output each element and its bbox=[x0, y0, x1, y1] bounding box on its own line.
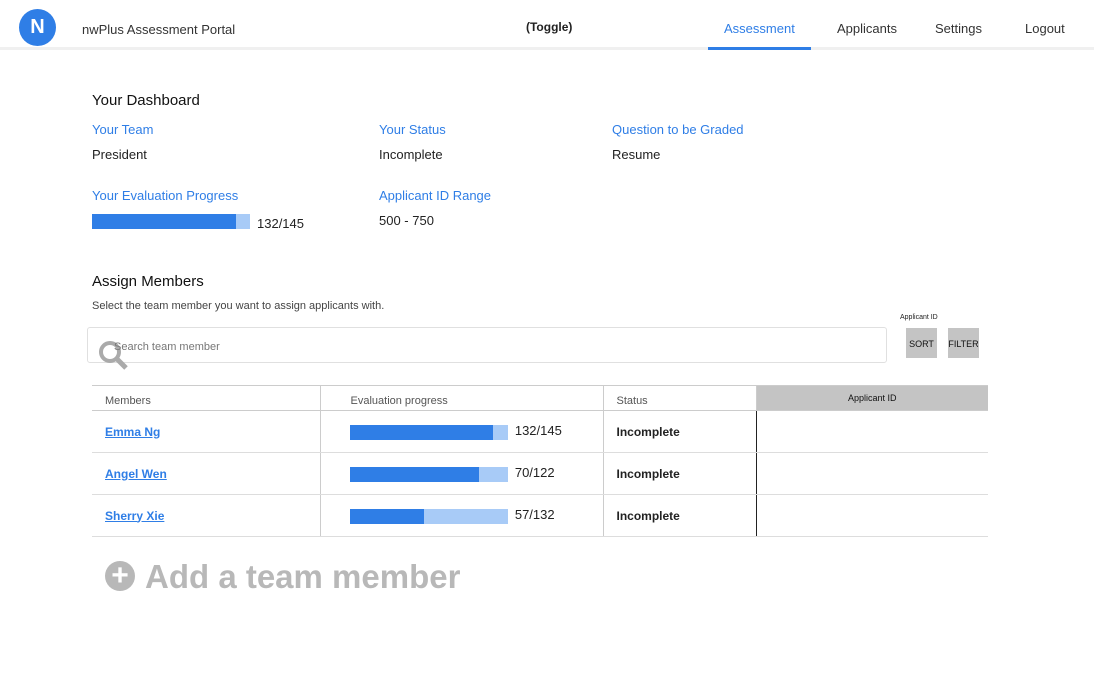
range-label: Applicant ID Range bbox=[379, 188, 492, 203]
member-progress-fill bbox=[349, 466, 480, 482]
applicant-id-cell[interactable] bbox=[755, 410, 988, 453]
add-member-label: Add a team member bbox=[145, 558, 461, 595]
status-label: Your Status bbox=[379, 122, 446, 137]
member-link[interactable]: Angel Wen bbox=[105, 467, 167, 481]
progress-cell: 132/145 bbox=[319, 410, 603, 453]
member-cell: Angel Wen bbox=[92, 452, 320, 495]
member-progress-bar bbox=[349, 508, 508, 524]
col-members: Members bbox=[92, 385, 320, 411]
applicant-id-cell[interactable] bbox=[755, 452, 988, 495]
progress-fill bbox=[92, 214, 236, 229]
table-row: Emma Ng 132/145 Incomplete bbox=[92, 410, 988, 453]
progress-text: 132/145 bbox=[257, 216, 304, 231]
col-applicant-id[interactable]: Applicant ID bbox=[755, 385, 988, 411]
range-value: 500 - 750 bbox=[379, 213, 434, 228]
member-progress-text: 70/122 bbox=[514, 465, 555, 481]
progress-bar bbox=[92, 214, 250, 229]
status-value: Incomplete bbox=[379, 147, 443, 162]
nav-applicants[interactable]: Applicants bbox=[837, 21, 897, 36]
table-row: Angel Wen 70/122 Incomplete bbox=[92, 452, 988, 495]
member-progress-fill bbox=[349, 508, 424, 524]
member-link[interactable]: Sherry Xie bbox=[105, 509, 164, 523]
applicant-id-cell[interactable] bbox=[755, 494, 988, 537]
nav-assessment[interactable]: Assessment bbox=[708, 21, 811, 50]
app-title: nwPlus Assessment Portal bbox=[82, 22, 236, 37]
dashboard-title: Your Dashboard bbox=[92, 92, 200, 109]
members-table: Members Evaluation progress Status Appli… bbox=[92, 385, 988, 537]
progress-cell: 70/122 bbox=[319, 452, 603, 495]
status-cell: Incomplete bbox=[602, 452, 756, 495]
member-cell: Sherry Xie bbox=[92, 494, 320, 537]
team-value: President bbox=[92, 147, 147, 162]
nwplus-logo[interactable]: N bbox=[19, 9, 56, 46]
table-row: Sherry Xie 57/132 Incomplete bbox=[92, 494, 988, 537]
member-progress-fill bbox=[349, 424, 494, 440]
assign-subtitle: Select the team member you want to assig… bbox=[92, 300, 385, 312]
toggle-button[interactable]: (Toggle) bbox=[526, 20, 572, 34]
member-progress-bar bbox=[349, 466, 508, 482]
sort-button[interactable]: SORT bbox=[906, 328, 937, 358]
plus-circle-icon: + bbox=[105, 561, 135, 591]
search-input[interactable]: Search team member bbox=[87, 327, 887, 370]
progress-label: Your Evaluation Progress bbox=[92, 188, 239, 203]
top-nav: N nwPlus Assessment Portal (Toggle) Asse… bbox=[0, 0, 1094, 50]
member-progress-bar bbox=[349, 424, 508, 440]
col-status: Status bbox=[602, 385, 756, 411]
status-cell: Incomplete bbox=[602, 410, 756, 453]
question-value: Resume bbox=[612, 147, 661, 162]
member-progress-text: 132/145 bbox=[514, 423, 562, 439]
filter-button[interactable]: FILTER bbox=[948, 328, 979, 358]
progress-cell: 57/132 bbox=[319, 494, 603, 537]
question-label: Question to be Graded bbox=[612, 122, 744, 137]
col-progress: Evaluation progress bbox=[319, 385, 603, 411]
member-link[interactable]: Emma Ng bbox=[105, 425, 160, 439]
applicant-id-label: Applicant ID bbox=[900, 314, 938, 321]
search-placeholder: Search team member bbox=[114, 341, 220, 353]
member-cell: Emma Ng bbox=[92, 410, 320, 453]
nav-settings[interactable]: Settings bbox=[935, 21, 982, 36]
add-member-button[interactable]: + Add a team member bbox=[105, 558, 460, 596]
assign-title: Assign Members bbox=[92, 273, 204, 290]
member-progress-text: 57/132 bbox=[514, 507, 555, 523]
nav-logout[interactable]: Logout bbox=[1025, 21, 1065, 36]
team-label: Your Team bbox=[92, 122, 154, 137]
status-cell: Incomplete bbox=[602, 494, 756, 537]
